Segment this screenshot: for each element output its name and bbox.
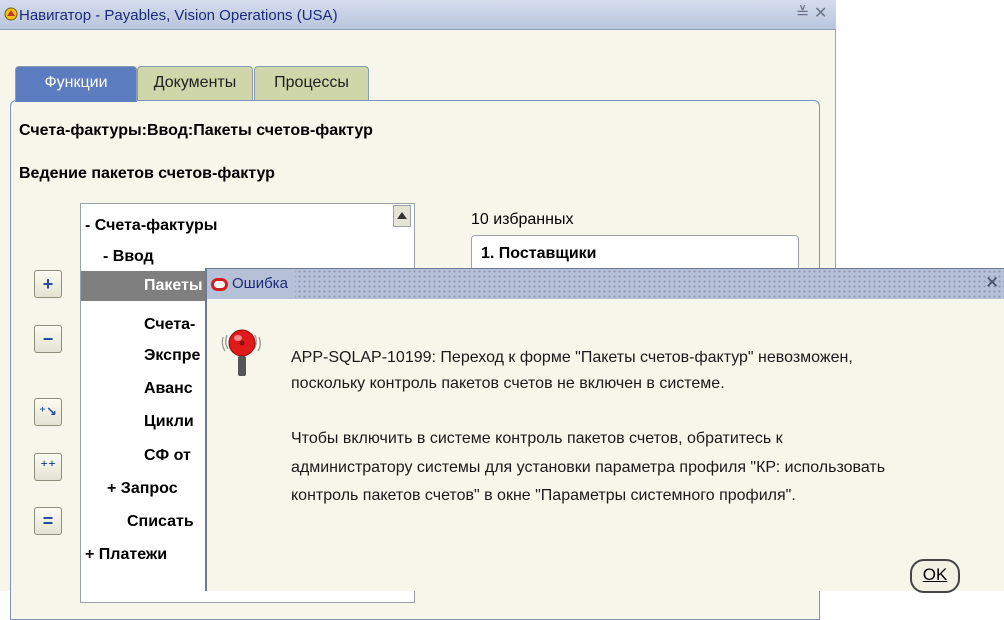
error-message-line: контроль пакетов счетов" в окне "Парамет… <box>291 487 796 504</box>
dialog-titlebar[interactable]: Ошибка ✕ <box>207 269 1004 299</box>
ok-button[interactable]: OK <box>910 559 960 593</box>
collapse-button[interactable]: − <box>34 325 62 353</box>
favorite-item[interactable]: 1. Поставщики <box>481 245 597 263</box>
function-description: Ведение пакетов счетов-фактур <box>19 165 275 182</box>
arrow-up-icon <box>397 212 407 219</box>
tree-item[interactable]: СФ от <box>144 441 191 471</box>
tree-item[interactable]: + Запрос <box>107 474 178 504</box>
tree-item[interactable]: Списать <box>127 507 194 537</box>
tree-item[interactable]: Экспре <box>144 341 200 371</box>
tree-item[interactable]: Счета- <box>144 310 195 340</box>
collapse-icon: − <box>42 329 54 349</box>
error-message-line: APP-SQLAP-10199: Переход к форме "Пакеты… <box>291 349 853 366</box>
navigator-titlebar[interactable]: Навигатор - Payables, Vision Operations … <box>0 0 836 30</box>
error-message-line: поскольку контроль пакетов счетов не вкл… <box>291 375 725 392</box>
expand-branch-button[interactable]: ⁺↘ <box>34 398 62 426</box>
expand-all-button[interactable]: ⁺⁺ <box>34 453 62 481</box>
close-icon[interactable]: ✕ <box>814 6 827 22</box>
collapse-all-icon: = <box>42 511 54 531</box>
dialog-title: Ошибка <box>232 275 288 292</box>
close-icon[interactable]: ✕ <box>985 274 999 291</box>
tree-item[interactable]: Аванс <box>144 374 193 404</box>
expand-all-icon: ⁺⁺ <box>40 458 56 475</box>
tree-item[interactable]: + Платежи <box>85 540 167 570</box>
error-message-line: администратору системы для установки пар… <box>291 459 886 476</box>
tree-scroll-up-button[interactable] <box>393 205 411 227</box>
tree-item[interactable]: Цикли <box>144 407 194 437</box>
expand-branch-icon: ⁺↘ <box>39 404 57 419</box>
expand-button[interactable]: + <box>34 270 62 298</box>
error-dialog: Ошибка ✕ APP-SQLAP-10199: Переход к форм… <box>205 268 1004 593</box>
tree-item[interactable]: - Ввод <box>103 242 154 272</box>
oracle-app-icon <box>4 7 18 21</box>
tab-documents[interactable]: Документы <box>137 66 253 100</box>
minimize-icon[interactable]: ≚ <box>796 6 809 22</box>
collapse-all-button[interactable]: = <box>34 507 62 535</box>
tab-processes[interactable]: Процессы <box>254 66 369 100</box>
window-title: Навигатор - Payables, Vision Operations … <box>19 7 338 24</box>
breadcrumb: Счета-фактуры:Ввод:Пакеты счетов-фактур <box>19 122 373 139</box>
favorites-label: 10 избранных <box>471 211 574 228</box>
error-message-line: Чтобы включить в системе контроль пакето… <box>291 430 783 447</box>
tree-item[interactable]: - Счета-фактуры <box>85 211 217 241</box>
oracle-logo-icon <box>211 278 228 291</box>
alarm-bell-icon <box>221 329 261 376</box>
expand-icon: + <box>42 274 54 294</box>
tab-functions[interactable]: Функции <box>15 66 137 102</box>
